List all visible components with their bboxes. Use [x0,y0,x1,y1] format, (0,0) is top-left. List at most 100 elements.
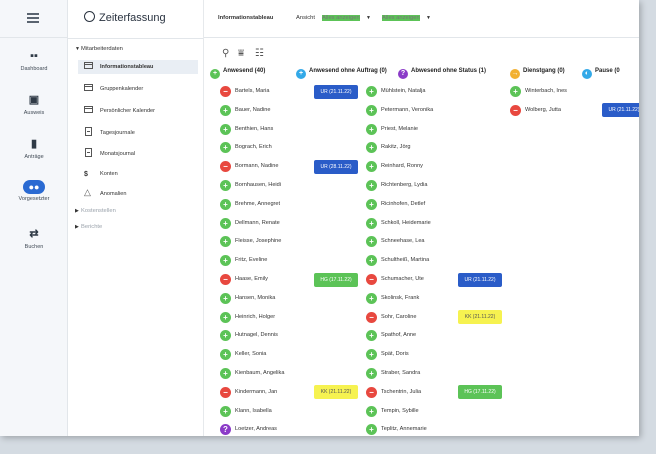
employee-name: Bornhausen, Heidi [235,182,282,188]
nav-item-tagesjournale[interactable]: Tagesjournale [78,126,198,140]
status-dot-icon: + [366,368,377,379]
nav-item-konten[interactable]: $ Konten [78,167,198,181]
rail-label: Dashboard [20,66,48,72]
absence-badge[interactable]: HG (17.11.22) [314,272,358,287]
status-dot-icon: + [220,405,231,417]
rail-item-antraege[interactable]: ▮ Anträge [0,136,68,160]
absence-badge[interactable]: KK (21.11.22) [314,385,358,400]
employee-name: Bartels, Maria [235,88,270,94]
nav-item-monatsjournal[interactable]: Monatsjournal [78,147,198,161]
employee-name: Benthien, Hans [235,125,274,132]
nav-item-persoenlicher-kalender[interactable]: Persönlicher Kalender [78,104,198,118]
nav-group-kostenstellen[interactable]: ▶ Kostenstellen [75,208,116,214]
status-dot-icon: + [366,104,377,116]
filter-select-2[interactable]: Alles anzeigen [382,15,420,21]
status-dot-icon: + [366,405,377,417]
status-dot-icon: + [510,86,521,97]
nav-item-anomalien[interactable]: Anomalien [78,185,198,201]
absence-badge[interactable]: UR (21.11.22) [602,103,639,118]
status-dot-icon: + [220,123,231,135]
status-dot-icon: + [366,217,377,229]
employee-name: Reinhard, Ronny [381,163,423,170]
calendar-icon [84,84,93,91]
clock-icon [84,11,95,22]
chevron-down-icon[interactable]: ▼ [426,15,431,21]
nav-group-label: Kostenstellen [81,208,116,214]
employee-name: Bograch, Erich [235,144,272,151]
status-dot-icon: + [220,142,231,154]
nav-item-label: Tagesjournale [100,130,135,136]
rail-item-vorgesetzter[interactable]: ●● Vorgesetzter [0,180,68,202]
nav-item-gruppenkalender[interactable]: Gruppenkalender [78,82,198,96]
nav-item-informationstableau[interactable]: Informationstableau [78,60,198,74]
employee-name: Brehme, Annegret [235,200,281,207]
status-dot-icon: + [366,198,377,210]
employee-name: Haase, Emily [235,276,268,282]
nav-item-label: Konten [100,171,118,177]
nav-group-mitarbeiterdaten[interactable]: ▼Mitarbeiterdaten [75,46,123,52]
filter-icon[interactable]: ⩸ [238,48,244,59]
status-dot-icon: − [510,104,521,116]
status-dot-icon: + [366,123,377,135]
status-dot-icon: + [220,236,231,248]
status-dot-icon: + [210,69,220,79]
employee-name: Straber, Sandra [381,370,421,376]
absence-badge[interactable]: KK (21.11.22) [458,310,502,325]
hamburger-menu-icon[interactable] [27,13,39,23]
status-legend-label: Anwesend ohne Auftrag (0) [309,68,387,74]
absence-badge[interactable]: UR (28.11.22) [314,159,358,174]
employee-name: Kienbaum, Angelika [235,370,285,376]
status-legend-item[interactable]: + Anwesend (40) [210,68,265,79]
booking-icon: ⇄ [29,228,39,240]
status-legend-item[interactable]: + Anwesend ohne Auftrag (0) [296,68,387,79]
employee-name: Keller, Sonia [235,351,267,358]
absence-badge[interactable]: UR (21.11.22) [458,272,502,287]
status-legend-item[interactable]: ? Abwesend ohne Status (1) [398,68,486,79]
rail-label: Buchen [24,244,44,250]
screenshot-stage: ▪▪ Dashboard ▣ Ausweis ▮ Anträge ●● Vorg… [0,0,656,454]
employee-name: Wolberg, Jutta [525,106,561,113]
divider [68,38,203,39]
status-dot-icon: − [366,311,377,323]
rail-item-buchen[interactable]: ⇄ Buchen [0,226,68,250]
employee-name: Schkoll, Heidemarie [381,219,431,226]
rail-item-dashboard[interactable]: ▪▪ Dashboard [0,48,68,72]
status-dot-icon: + [220,180,231,191]
status-legend-label: Pause (0 [595,68,620,74]
employee-name: Hansen, Monika [235,294,276,301]
employee-name: Tschentrin, Julia [381,388,422,395]
filter-select-1[interactable]: Alles anzeigen [322,15,360,21]
status-dot-icon: + [220,349,231,361]
status-legend-label: Abwesend ohne Status (1) [411,68,487,74]
employee-name: Tempin, Sybille [381,407,419,414]
employee-name: Bauer, Nadine [235,106,271,113]
employee-name: Skolinsk, Frank [381,294,420,301]
status-dot-icon: + [366,180,377,191]
nav-item-label: Monatsjournal [100,151,136,157]
nav-item-label: Informationstableau [100,64,154,70]
rail-header [0,0,68,38]
status-dot-icon: + [366,424,377,436]
main-content: Informationstableau Ansicht Alles anzeig… [204,0,639,436]
settings-sliders-icon[interactable]: ☷ [255,48,264,59]
status-legend-item[interactable]: → Dienstgang (0) [510,68,565,79]
team-icon: ●● [23,180,45,194]
journal-icon [85,148,92,157]
employee-name: Hutnagel, Dennis [235,332,278,339]
employee-name: Fritz, Eveline [235,257,268,264]
status-dot-icon: + [220,255,231,267]
rail-item-ausweis[interactable]: ▣ Ausweis [0,92,68,116]
nav-group-berichte[interactable]: ▶ Berichte [75,224,102,230]
icon-rail: ▪▪ Dashboard ▣ Ausweis ▮ Anträge ●● Vorg… [0,0,68,436]
status-dot-icon: + [366,330,377,342]
app-title: Zeiterfassung [84,11,166,24]
employee-name: Ricinhofen, Detlef [381,200,426,207]
status-dot-icon: + [220,198,231,210]
absence-badge[interactable]: HG (17.11.22) [458,385,502,400]
absence-badge[interactable]: UR (21.11.22) [314,84,358,99]
search-icon[interactable]: ⚲ [222,48,229,59]
status-dot-icon: + [366,86,377,97]
status-legend-item[interactable]: ◐ Pause (0 [582,68,620,79]
navigation-panel: Zeiterfassung ▼Mitarbeiterdaten Informat… [68,0,204,436]
chevron-down-icon[interactable]: ▼ [366,15,371,21]
